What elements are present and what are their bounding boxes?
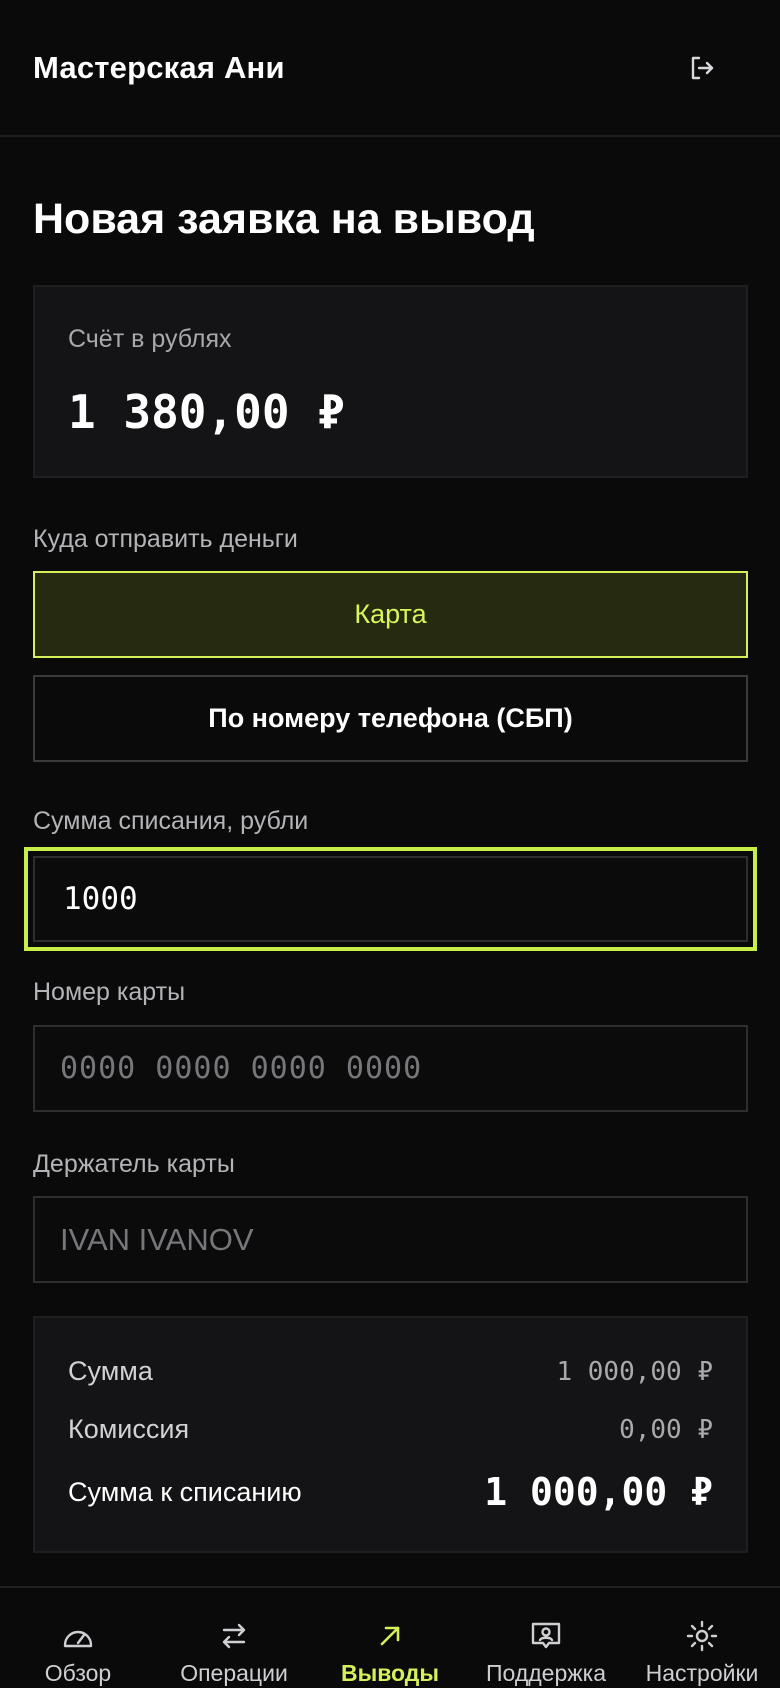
summary-total-label: Сумма к списанию (68, 1476, 302, 1507)
card-holder-placeholder: IVAN IVANOV (60, 1221, 254, 1257)
balance-label: Счёт в рублях (68, 325, 232, 353)
card-number-input[interactable]: 0000 0000 0000 0000 (33, 1025, 748, 1112)
destination-label: Куда отправить деньги (33, 525, 298, 553)
tab-withdrawals[interactable]: Выводы (312, 1588, 468, 1688)
transfer-arrows-icon (216, 1618, 252, 1654)
summary-total-value: 1 000,00 ₽ (484, 1470, 713, 1514)
summary-card: Сумма 1 000,00 ₽ Комиссия 0,00 ₽ Сумма к… (33, 1316, 748, 1553)
amount-focus-ring: 1000 (24, 847, 757, 951)
logout-button[interactable] (682, 50, 722, 90)
page-title: Новая заявка на вывод (33, 195, 535, 243)
card-number-placeholder: 0000 0000 0000 0000 (60, 1051, 423, 1086)
app-root: Мастерская Ани Новая заявка на вывод Счё… (0, 0, 780, 1688)
sun-gear-icon (684, 1618, 720, 1654)
tab-operations-label: Операции (180, 1660, 288, 1686)
arrow-up-right-icon (372, 1618, 408, 1654)
method-card-label: Карта (354, 599, 427, 629)
gauge-icon (60, 1618, 96, 1654)
tab-support[interactable]: Поддержка (468, 1588, 624, 1688)
card-number-label: Номер карты (33, 978, 186, 1006)
summary-row-sum: Сумма 1 000,00 ₽ (68, 1356, 713, 1387)
card-holder-label: Держатель карты (33, 1150, 235, 1178)
chat-person-icon (528, 1618, 564, 1654)
bottom-tab-bar: Обзор Операции Выводы Поддержка Настройк… (0, 1586, 780, 1688)
amount-label: Сумма списания, рубли (33, 807, 309, 835)
app-title: Мастерская Ани (33, 50, 285, 85)
summary-fee-value: 0,00 ₽ (619, 1414, 713, 1445)
tab-support-label: Поддержка (486, 1660, 606, 1686)
tab-withdrawals-label: Выводы (340, 1660, 440, 1686)
summary-fee-label: Комиссия (68, 1414, 190, 1444)
tab-overview-label: Обзор (44, 1660, 112, 1686)
balance-value: 1 380,00 ₽ (68, 385, 345, 439)
tab-settings-label: Настройки (645, 1660, 759, 1686)
tab-settings[interactable]: Настройки (624, 1588, 780, 1688)
summary-row-fee: Комиссия 0,00 ₽ (68, 1414, 713, 1445)
method-card-button[interactable]: Карта (33, 571, 748, 658)
top-header: Мастерская Ани (0, 0, 780, 137)
summary-row-total: Сумма к списанию 1 000,00 ₽ (68, 1470, 713, 1514)
summary-sum-label: Сумма (68, 1356, 153, 1386)
balance-card: Счёт в рублях 1 380,00 ₽ (33, 285, 748, 478)
tab-overview[interactable]: Обзор (0, 1588, 156, 1688)
method-sbp-button[interactable]: По номеру телефона (СБП) (33, 675, 748, 762)
logout-icon (688, 54, 716, 87)
amount-input-value: 1000 (63, 881, 138, 917)
card-holder-input[interactable]: IVAN IVANOV (33, 1196, 748, 1283)
summary-sum-value: 1 000,00 ₽ (556, 1356, 713, 1387)
tab-operations[interactable]: Операции (156, 1588, 312, 1688)
method-sbp-label: По номеру телефона (СБП) (208, 703, 573, 733)
amount-input[interactable]: 1000 (33, 856, 748, 942)
